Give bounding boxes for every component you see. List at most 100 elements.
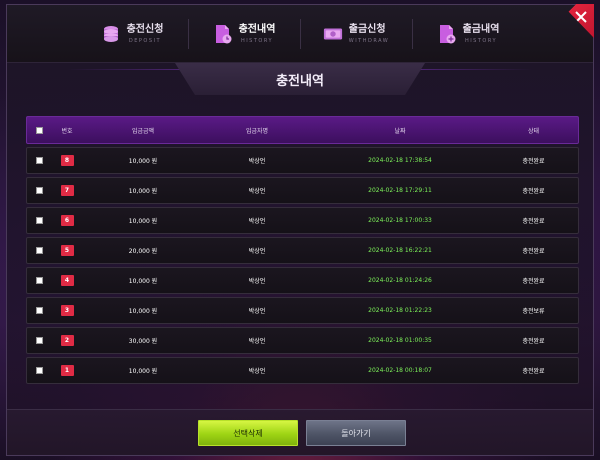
nav-deposit-history[interactable]: 충전내역 HISTORY: [188, 5, 300, 63]
row-num-cell: 4: [51, 275, 83, 286]
row-status: 충전보류: [522, 308, 545, 315]
header-checkbox-cell: [27, 126, 51, 134]
row-num-badge: 4: [60, 275, 74, 286]
coin-stack-icon: [101, 24, 121, 44]
row-num-badge: 1: [60, 365, 74, 376]
close-button[interactable]: [561, 4, 594, 38]
row-status: 충전완료: [522, 368, 545, 375]
row-status: 충전완료: [522, 218, 545, 225]
row-status: 충전완료: [522, 188, 545, 195]
select-all-checkbox[interactable]: [35, 126, 43, 134]
title-wrap: 충전내역: [7, 63, 593, 99]
row-status: 충전완료: [522, 278, 545, 285]
row-num-badge: 5: [60, 245, 74, 256]
row-date: 2024-02-18 00:18:07: [368, 367, 432, 374]
row-checkbox-cell: [27, 187, 51, 194]
row-amount: 10,000 원: [128, 368, 158, 375]
delete-selected-button[interactable]: 선택삭제: [198, 420, 298, 446]
row-num-cell: 3: [51, 305, 83, 316]
row-amount: 10,000 원: [128, 158, 158, 165]
table-body: 8 10,000 원 박상언 2024-02-18 17:38:54 충전완료 …: [26, 147, 579, 384]
history-table: 번호 입금금액 입금자명 날짜 상태 8 10,000 원 박상언 2024-0…: [26, 116, 579, 384]
row-num-badge: 3: [60, 305, 74, 316]
nav-withdraw-history[interactable]: 출금내역 HISTORY: [412, 5, 524, 63]
row-name: 박상언: [248, 368, 266, 375]
row-num-badge: 7: [60, 185, 74, 196]
row-checkbox[interactable]: [35, 157, 43, 164]
row-checkbox-cell: [27, 157, 51, 164]
table-row: 8 10,000 원 박상언 2024-02-18 17:38:54 충전완료: [26, 147, 579, 174]
header-num: 번호: [61, 127, 73, 135]
row-num-cell: 5: [51, 245, 83, 256]
nav-withdraw-sub: WITHDRAW: [348, 37, 390, 44]
row-checkbox[interactable]: [35, 247, 43, 254]
nav-withdraw-history-label: 출금내역: [462, 23, 500, 35]
nav-deposit-history-sub: HISTORY: [240, 37, 274, 44]
row-date: 2024-02-18 17:00:33: [368, 217, 432, 224]
row-amount: 20,000 원: [128, 248, 158, 255]
row-checkbox[interactable]: [35, 337, 43, 344]
table-row: 1 10,000 원 박상언 2024-02-18 00:18:07 충전완료: [26, 357, 579, 384]
row-checkbox[interactable]: [35, 187, 43, 194]
cash-icon: [323, 24, 343, 44]
title-bar: 충전내역: [175, 63, 425, 95]
row-num-badge: 2: [60, 335, 74, 346]
row-num-cell: 7: [51, 185, 83, 196]
row-checkbox-cell: [27, 217, 51, 224]
row-amount: 10,000 원: [128, 308, 158, 315]
row-status: 충전완료: [522, 248, 545, 255]
nav-deposit[interactable]: 충전신청 DEPOSIT: [76, 5, 188, 63]
row-status: 충전완료: [522, 158, 545, 165]
close-icon: [575, 11, 587, 23]
header-status: 상태: [527, 127, 540, 135]
row-date: 2024-02-18 01:24:26: [368, 277, 432, 284]
page-title: 충전내역: [276, 73, 324, 89]
document-add-icon: [437, 24, 457, 44]
row-name: 박상언: [248, 278, 266, 285]
row-date: 2024-02-18 16:22:21: [368, 247, 432, 254]
row-checkbox-cell: [27, 277, 51, 284]
table-row: 6 10,000 원 박상언 2024-02-18 17:00:33 충전완료: [26, 207, 579, 234]
nav-deposit-sub: DEPOSIT: [128, 37, 162, 44]
row-name: 박상언: [248, 248, 266, 255]
nav-deposit-history-label: 충전내역: [238, 23, 276, 35]
document-history-icon: [213, 24, 233, 44]
row-date: 2024-02-18 17:29:11: [368, 187, 432, 194]
row-num-badge: 8: [60, 155, 74, 166]
table-row: 3 10,000 원 박상언 2024-02-18 01:22:23 충전보류: [26, 297, 579, 324]
row-amount: 10,000 원: [128, 188, 158, 195]
row-amount: 10,000 원: [128, 278, 158, 285]
header-name: 입금자명: [245, 127, 269, 135]
row-num-cell: 2: [51, 335, 83, 346]
row-num-cell: 8: [51, 155, 83, 166]
footer: 선택삭제 돌아가기: [7, 409, 593, 455]
charge-history-modal: 충전신청 DEPOSIT 충전내역 HISTORY 출금신청 WITHDRAW …: [6, 4, 594, 456]
row-checkbox-cell: [27, 367, 51, 374]
row-amount: 10,000 원: [128, 218, 158, 225]
row-date: 2024-02-18 01:00:35: [368, 337, 432, 344]
row-name: 박상언: [248, 338, 266, 345]
row-checkbox[interactable]: [35, 217, 43, 224]
table-header: 번호 입금금액 입금자명 날짜 상태: [26, 116, 579, 144]
nav-withdraw-history-sub: HISTORY: [464, 37, 498, 44]
row-name: 박상언: [248, 308, 266, 315]
nav-withdraw-label: 출금신청: [348, 23, 386, 35]
row-checkbox[interactable]: [35, 367, 43, 374]
nav-withdraw[interactable]: 출금신청 WITHDRAW: [300, 5, 412, 63]
row-date: 2024-02-18 01:22:23: [368, 307, 432, 314]
row-num-badge: 6: [60, 215, 74, 226]
row-date: 2024-02-18 17:38:54: [368, 157, 432, 164]
row-name: 박상언: [248, 158, 266, 165]
header-amount: 입금금액: [131, 127, 155, 135]
top-nav: 충전신청 DEPOSIT 충전내역 HISTORY 출금신청 WITHDRAW …: [7, 4, 594, 63]
nav-deposit-label: 충전신청: [126, 23, 164, 35]
row-checkbox[interactable]: [35, 307, 43, 314]
back-button[interactable]: 돌아가기: [306, 420, 406, 446]
row-status: 충전완료: [522, 338, 545, 345]
row-checkbox[interactable]: [35, 277, 43, 284]
row-num-cell: 6: [51, 215, 83, 226]
row-num-cell: 1: [51, 365, 83, 376]
header-date: 날짜: [394, 127, 406, 135]
table-row: 7 10,000 원 박상언 2024-02-18 17:29:11 충전완료: [26, 177, 579, 204]
row-name: 박상언: [248, 188, 266, 195]
